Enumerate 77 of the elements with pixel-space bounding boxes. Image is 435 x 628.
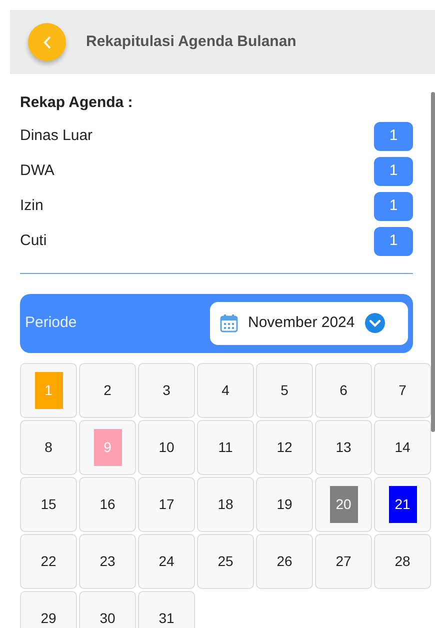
day-cell[interactable]: 21: [374, 476, 431, 532]
day-cell[interactable]: 27: [315, 534, 372, 588]
day-cell[interactable]: 20: [315, 476, 372, 532]
agenda-label: Izin: [20, 196, 44, 216]
day-cell[interactable]: 7: [374, 362, 431, 418]
day-number: 10: [158, 438, 176, 456]
day-cell[interactable]: 18: [197, 476, 254, 532]
agenda-label: Cuti: [20, 230, 47, 251]
month-selector[interactable]: November 2024: [210, 302, 408, 344]
day-cell[interactable]: 26: [256, 534, 313, 588]
day-number: 22: [40, 552, 58, 570]
day-cell[interactable]: 11: [197, 420, 254, 474]
day-cell[interactable]: 14: [374, 420, 431, 474]
count-badge: 1: [374, 156, 413, 186]
day-number: 20: [330, 486, 358, 522]
day-number: 12: [276, 438, 294, 456]
day-cell[interactable]: 2: [79, 362, 136, 418]
day-cell[interactable]: 30: [79, 590, 136, 628]
day-number: 26: [276, 552, 294, 570]
count-badge: 1: [374, 192, 413, 220]
day-cell[interactable]: 31: [138, 590, 195, 628]
day-cell[interactable]: 23: [79, 534, 136, 588]
count-badge: 1: [374, 226, 413, 256]
day-number: 24: [158, 552, 176, 570]
day-number: 8: [44, 438, 54, 456]
day-cell[interactable]: 29: [20, 590, 77, 628]
day-number: 5: [280, 380, 290, 400]
day-number: 6: [338, 380, 348, 400]
day-cell[interactable]: 25: [197, 534, 254, 588]
day-number: 16: [98, 494, 116, 514]
day-number: 2: [102, 380, 112, 400]
month-value: November 2024: [248, 312, 355, 333]
day-number: 31: [158, 608, 176, 628]
day-cell[interactable]: 10: [138, 420, 195, 474]
day-cell[interactable]: 4: [197, 362, 254, 418]
count-badge: 1: [374, 122, 413, 150]
day-cell[interactable]: 8: [20, 420, 77, 474]
day-cell[interactable]: 6: [315, 362, 372, 418]
day-number: 21: [388, 486, 416, 522]
day-cell[interactable]: 19: [256, 476, 313, 532]
day-number: 1: [34, 372, 62, 408]
day-number: 9: [94, 428, 122, 466]
calendar-icon: [220, 314, 238, 332]
day-number: 3: [162, 380, 172, 400]
agenda-label: Dinas Luar: [20, 126, 93, 146]
day-cell[interactable]: 24: [138, 534, 195, 588]
day-cell[interactable]: 16: [79, 476, 136, 532]
day-number: 11: [217, 438, 234, 456]
day-number: 23: [98, 552, 116, 570]
day-number: 7: [398, 380, 408, 400]
day-number: 19: [276, 494, 294, 514]
day-cell[interactable]: 5: [256, 362, 313, 418]
day-number: 15: [40, 494, 58, 514]
day-number: 17: [158, 494, 176, 514]
day-cell[interactable]: 17: [138, 476, 195, 532]
day-cell[interactable]: 12: [256, 420, 313, 474]
agenda-label: DWA: [20, 160, 54, 181]
day-number: 14: [394, 438, 412, 456]
summary-heading: Rekap Agenda :: [20, 93, 134, 113]
day-number: 28: [394, 552, 412, 570]
day-number: 27: [334, 552, 352, 570]
back-button[interactable]: [28, 23, 66, 61]
day-cell[interactable]: 13: [315, 420, 372, 474]
page-title: Rekapitulasi Agenda Bulanan: [86, 32, 296, 52]
day-number: 30: [98, 608, 116, 628]
day-number: 13: [334, 438, 352, 456]
period-label: Periode: [25, 312, 77, 333]
day-cell[interactable]: 28: [374, 534, 431, 588]
day-cell[interactable]: 22: [20, 534, 77, 588]
day-number: 29: [40, 608, 58, 628]
back-icon: [43, 36, 51, 48]
day-number: 4: [220, 380, 230, 400]
day-cell[interactable]: 3: [138, 362, 195, 418]
day-number: 25: [216, 552, 234, 570]
day-cell[interactable]: 15: [20, 476, 77, 532]
dropdown-icon: [364, 313, 385, 333]
day-number: 18: [216, 494, 234, 514]
